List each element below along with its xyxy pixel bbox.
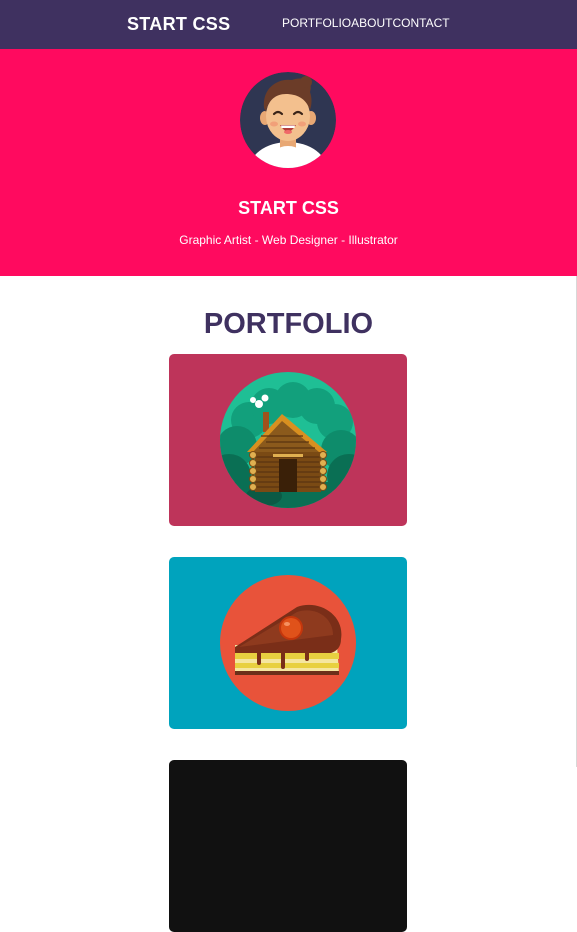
navbar: START CSS PORTFOLIO ABOUT CONTACT	[0, 0, 577, 49]
portfolio-heading: PORTFOLIO	[203, 308, 374, 340]
portfolio-item-cabin[interactable]	[169, 354, 407, 526]
nav-link-about[interactable]: ABOUT	[351, 16, 392, 30]
portfolio-item-cake[interactable]	[169, 557, 407, 729]
nav-link-portfolio[interactable]: PORTFOLIO	[282, 16, 351, 30]
hero-subtitle: Graphic Artist - Web Designer - Illustra…	[179, 233, 398, 247]
portfolio-item-3[interactable]	[169, 760, 407, 932]
cake-slice-icon	[220, 575, 356, 711]
log-cabin-icon	[220, 372, 356, 508]
hero-section: START CSS Graphic Artist - Web Designer …	[0, 49, 577, 276]
nav-link-contact[interactable]: CONTACT	[392, 16, 449, 30]
nav-links: PORTFOLIO ABOUT CONTACT	[282, 16, 450, 30]
hero-title: START CSS	[238, 198, 339, 218]
avatar-face-icon	[240, 72, 336, 168]
brand-link[interactable]: START CSS	[127, 14, 230, 35]
